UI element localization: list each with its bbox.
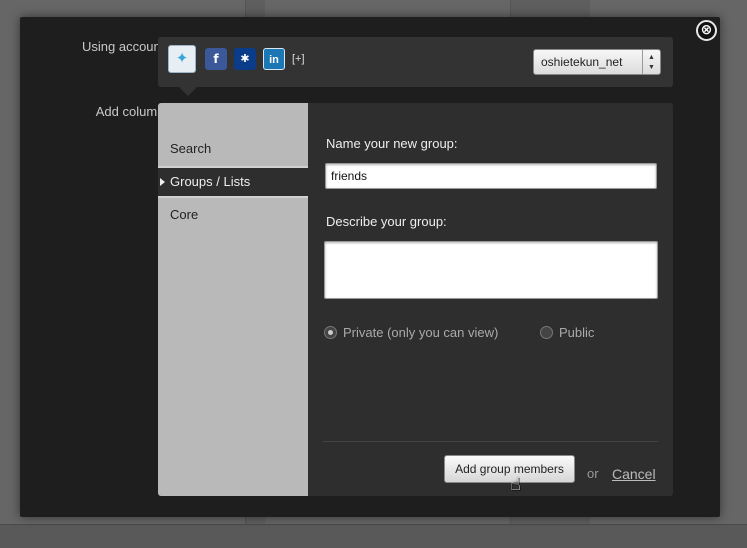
add-group-members-button[interactable]: Add group members <box>444 455 575 483</box>
cancel-link[interactable]: Cancel <box>612 466 656 482</box>
account-pointer <box>179 87 197 96</box>
group-name-input[interactable]: friends <box>325 163 657 189</box>
group-description-label: Describe your group: <box>326 214 447 229</box>
select-spinner-icon: ▲ ▼ <box>642 50 660 74</box>
myspace-icon: ✱ <box>240 53 250 65</box>
private-radio-option[interactable]: Private (only you can view) <box>324 325 498 340</box>
facebook-account-button[interactable]: f <box>205 48 227 70</box>
add-account-link[interactable]: [+] <box>292 53 305 65</box>
account-bar: ✦ f ✱ in [+] oshietekun_net ▲ ▼ <box>158 37 673 87</box>
facebook-icon: f <box>213 52 219 66</box>
or-text: or <box>587 466 599 481</box>
linkedin-icon: in <box>269 54 279 66</box>
private-radio[interactable] <box>324 326 337 339</box>
group-description-textarea[interactable] <box>324 241 658 299</box>
menu-item-core[interactable]: Core <box>158 199 308 231</box>
column-type-menu: Search Groups / Lists Core <box>158 103 308 496</box>
account-select[interactable]: oshietekun_net ▲ ▼ <box>533 49 661 75</box>
linkedin-account-button[interactable]: in <box>263 48 285 70</box>
close-icon[interactable]: ⊗ <box>696 20 717 41</box>
bg-toolbar <box>0 524 747 548</box>
public-radio-option[interactable]: Public <box>540 325 594 340</box>
menu-item-search[interactable]: Search <box>158 133 308 165</box>
new-group-form: Name your new group: friends Describe yo… <box>308 103 673 496</box>
twitter-account-button[interactable]: ✦ <box>168 45 196 73</box>
using-account-label: Using account: <box>82 39 168 54</box>
add-column-panel: Search Groups / Lists Core Name your new… <box>158 103 673 496</box>
twitter-icon: ✦ <box>175 50 189 67</box>
myspace-account-button[interactable]: ✱ <box>234 48 256 70</box>
group-name-label: Name your new group: <box>326 136 458 151</box>
menu-item-label: Groups / Lists <box>170 174 251 189</box>
menu-item-groups-lists[interactable]: Groups / Lists <box>158 166 308 198</box>
public-radio-label: Public <box>559 325 595 340</box>
active-indicator-icon <box>160 178 165 186</box>
public-radio[interactable] <box>540 326 553 339</box>
account-select-value: oshietekun_net <box>541 55 623 69</box>
private-radio-label: Private (only you can view) <box>343 325 499 340</box>
form-divider <box>323 441 658 442</box>
add-column-dialog: Using account: ✦ f ✱ in [+] oshietekun_n… <box>20 17 720 517</box>
add-column-label: Add column: <box>95 104 168 119</box>
